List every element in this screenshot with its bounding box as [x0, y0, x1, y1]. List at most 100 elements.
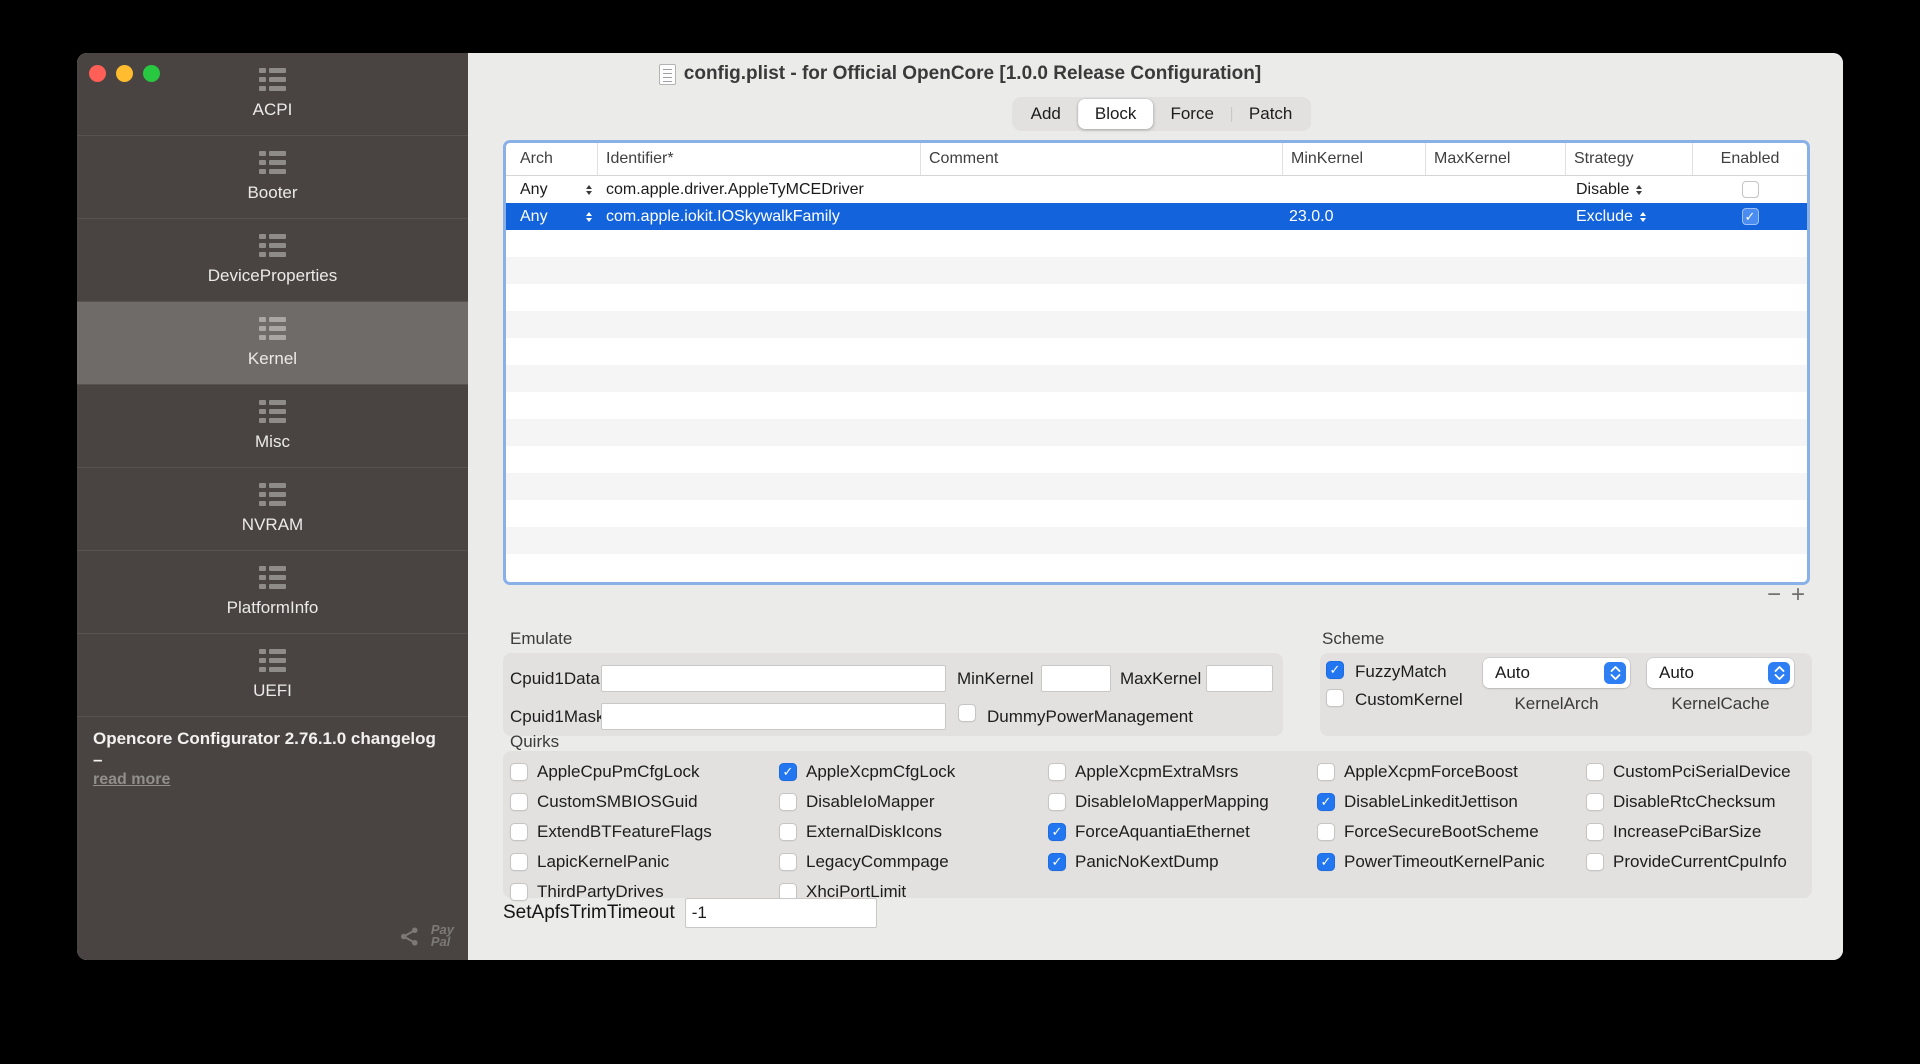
quirk-customsmbiosguid-checkbox[interactable]: [510, 793, 528, 811]
table-row-empty: [506, 446, 1807, 473]
arch-popup[interactable]: Any: [520, 208, 592, 226]
quirk-extendbtfeatureflags-checkbox[interactable]: [510, 823, 528, 841]
column-header-enabled[interactable]: Enabled: [1693, 143, 1807, 175]
quirk-disablelinkeditjettison-checkbox[interactable]: [1317, 793, 1335, 811]
quirk-forcesecurebootscheme-checkbox[interactable]: [1317, 823, 1335, 841]
changelog: Opencore Configurator 2.76.1.0 changelog…: [93, 728, 445, 789]
sidebar-item-deviceproperties[interactable]: DeviceProperties: [77, 219, 468, 302]
minkernel-input[interactable]: [1041, 665, 1111, 692]
customkernel-checkbox[interactable]: [1326, 689, 1344, 707]
enabled-cell: [1693, 208, 1807, 225]
column-header-identifier[interactable]: Identifier*: [598, 143, 921, 175]
tab-add[interactable]: Add: [1014, 99, 1078, 129]
setapfstrimtimeout-input[interactable]: [684, 898, 877, 928]
sidebar-item-misc[interactable]: Misc: [77, 385, 468, 468]
quirk-label: AppleXcpmForceBoost: [1344, 762, 1518, 781]
quirk-forceaquantiaethernet-checkbox[interactable]: [1048, 823, 1066, 841]
sidebar-item-platforminfo[interactable]: PlatformInfo: [77, 551, 468, 634]
maxkernel-label: MaxKernel: [1120, 669, 1202, 688]
strategy-cell: Exclude: [1566, 208, 1693, 226]
close-button[interactable]: [89, 65, 106, 82]
kernelcache-value: Auto: [1659, 663, 1694, 682]
sidebar-item-nvram[interactable]: NVRAM: [77, 468, 468, 551]
kernelarch-dropdown[interactable]: Auto: [1483, 658, 1630, 688]
quirk-disableiomapper-checkbox[interactable]: [779, 793, 797, 811]
quirk-label: PowerTimeoutKernelPanic: [1344, 852, 1545, 871]
setapfstrimtimeout-label: SetApfsTrimTimeout: [503, 902, 675, 923]
column-header-maxkernel[interactable]: MaxKernel: [1426, 143, 1566, 175]
quirk-disableiomappermapping-checkbox[interactable]: [1048, 793, 1066, 811]
updown-arrows-icon: [586, 211, 592, 222]
enabled-checkbox[interactable]: [1741, 208, 1759, 225]
column-header-strategy[interactable]: Strategy: [1566, 143, 1693, 175]
arch-popup[interactable]: Any: [520, 181, 592, 199]
table-row-empty: [506, 230, 1807, 257]
zoom-button[interactable]: [143, 65, 160, 82]
paypal-link[interactable]: Pay Pal: [431, 923, 454, 948]
tab-force[interactable]: Force: [1153, 99, 1230, 129]
sidebar-item-booter[interactable]: Booter: [77, 136, 468, 219]
enabled-checkbox[interactable]: [1741, 181, 1759, 198]
remove-row-button[interactable]: −: [1762, 583, 1786, 607]
cpuid1data-input[interactable]: [601, 665, 946, 692]
strategy-popup[interactable]: Disable: [1576, 181, 1693, 199]
quirk-applexcpmforceboost-checkbox[interactable]: [1317, 763, 1335, 781]
quirk-custompciserialdevice-checkbox[interactable]: [1586, 763, 1604, 781]
add-row-button[interactable]: +: [1786, 583, 1810, 607]
maxkernel-input[interactable]: [1206, 665, 1273, 692]
kernelcache-dropdown[interactable]: Auto: [1647, 658, 1794, 688]
minimize-button[interactable]: [116, 65, 133, 82]
dummypowermanagement-checkbox[interactable]: [958, 704, 976, 722]
emulate-panel: Cpuid1Data MinKernel MaxKernel Cpuid1Mas…: [503, 653, 1283, 736]
sidebar-item-uefi[interactable]: UEFI: [77, 634, 468, 717]
table-row-empty: [506, 473, 1807, 500]
minkernel-cell: 23.0.0: [1289, 207, 1334, 225]
strategy-popup[interactable]: Exclude: [1576, 208, 1693, 226]
kernelarch-label: KernelArch: [1514, 694, 1599, 713]
sidebar-item-label: DeviceProperties: [207, 266, 338, 285]
quirk-powertimeoutkernelpanic-checkbox[interactable]: [1317, 853, 1335, 871]
column-header-minkernel[interactable]: MinKernel: [1283, 143, 1426, 175]
list-icon: [259, 483, 286, 506]
column-header-arch[interactable]: Arch: [506, 143, 598, 175]
column-header-comment[interactable]: Comment: [921, 143, 1283, 175]
updown-arrows-icon: [1636, 184, 1643, 195]
minkernel-label: MinKernel: [957, 669, 1034, 688]
fuzzymatch-checkbox[interactable]: [1326, 661, 1344, 679]
kernelcache-label: KernelCache: [1671, 694, 1770, 713]
quirk-providecurrentcpuinfo-checkbox[interactable]: [1586, 853, 1604, 871]
stepper-icon: [1768, 662, 1790, 684]
list-icon: [259, 400, 286, 423]
quirk-legacycommpage-checkbox[interactable]: [779, 853, 797, 871]
cpuid1data-label: Cpuid1Data: [510, 669, 600, 688]
app-window: config.plist - for Official OpenCore [1.…: [77, 53, 1843, 960]
quirk-label: AppleCpuPmCfgLock: [537, 762, 700, 781]
share-icon[interactable]: [398, 925, 421, 948]
read-more-link[interactable]: read more: [93, 771, 170, 789]
quirk-applexcpmcfglock-checkbox[interactable]: [779, 763, 797, 781]
quirk-label: LegacyCommpage: [806, 852, 949, 871]
sidebar-item-label: UEFI: [253, 681, 292, 700]
tab-block[interactable]: Block: [1077, 99, 1154, 129]
quirk-panicnokextdump-checkbox[interactable]: [1048, 853, 1066, 871]
stepper-icon: [1604, 662, 1626, 684]
sidebar-item-kernel[interactable]: Kernel: [77, 302, 468, 385]
cpuid1mask-input[interactable]: [601, 703, 946, 730]
quirk-lapickernelpanic-checkbox[interactable]: [510, 853, 528, 871]
quirk-applexcpmextramsrs-checkbox[interactable]: [1048, 763, 1066, 781]
table-header: Arch Identifier* Comment MinKernel MaxKernel…: [506, 143, 1807, 176]
quirk-disablertcchecksum-checkbox[interactable]: [1586, 793, 1604, 811]
quirk-label: ExtendBTFeatureFlags: [537, 822, 712, 841]
table-row[interactable]: Any com.apple.driver.AppleTyMCEDriver Disa…: [506, 176, 1807, 203]
list-icon: [259, 234, 286, 257]
quirk-increasepcibarsize-checkbox[interactable]: [1586, 823, 1604, 841]
tab-patch[interactable]: Patch: [1232, 99, 1309, 129]
main-pane: Add Block Force Patch Arch Identifier* Commen…: [468, 53, 1843, 960]
scheme-section-label: Scheme: [1322, 629, 1385, 648]
quirk-applecpupmcfglock-checkbox[interactable]: [510, 763, 528, 781]
table-row[interactable]: Any com.apple.iokit.IOSkywalkFamily 23.0.0…: [506, 203, 1807, 230]
quirk-externaldiskicons-checkbox[interactable]: [779, 823, 797, 841]
quirk-label: AppleXcpmExtraMsrs: [1075, 762, 1239, 781]
quirks-section-label: Quirks: [510, 732, 560, 751]
emulate-section-label: Emulate: [510, 629, 573, 648]
